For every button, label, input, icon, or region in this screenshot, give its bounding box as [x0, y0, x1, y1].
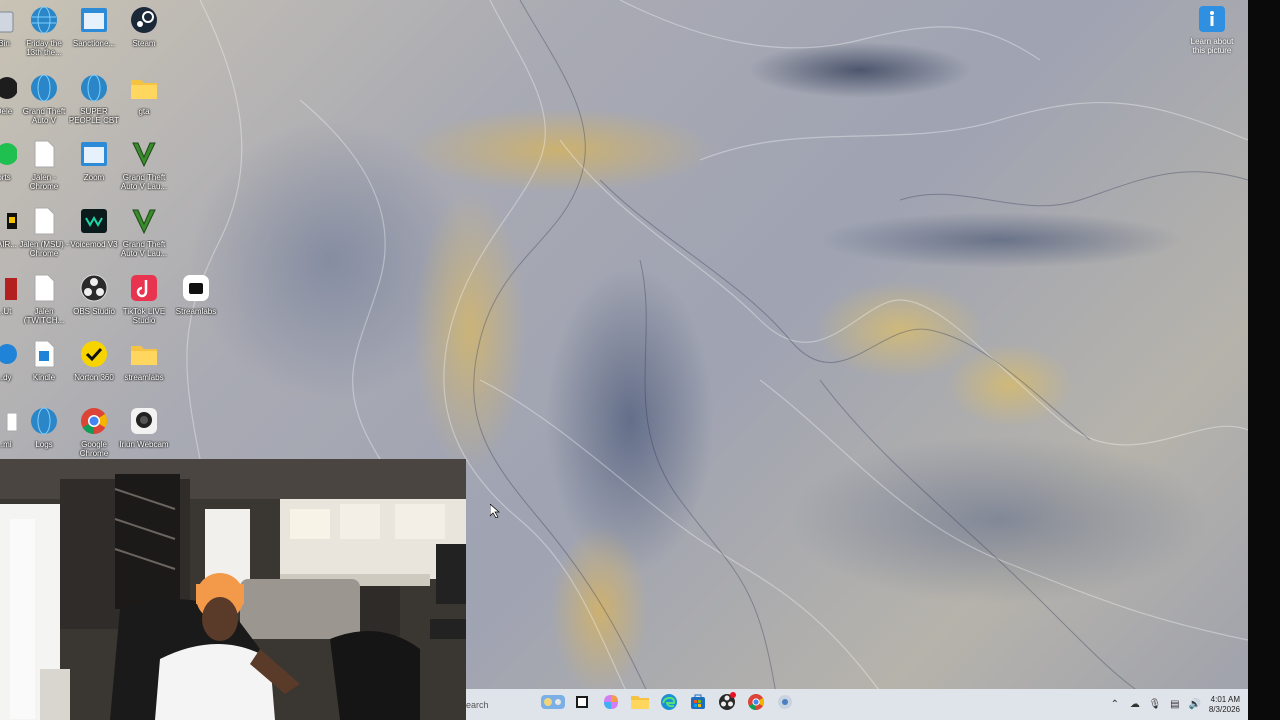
tiktok-icon	[128, 272, 160, 304]
app-icon	[0, 338, 20, 370]
webcam-scene	[0, 459, 466, 720]
task-view-button[interactable]	[569, 692, 595, 718]
obs-icon	[717, 692, 737, 717]
webcam-overlay	[0, 459, 466, 720]
desktop-icon-streamlabs[interactable]: Streamlabs	[170, 272, 222, 338]
right-edge-bar	[1248, 0, 1280, 720]
store-button[interactable]	[685, 692, 711, 718]
chrome-taskbar-button[interactable]	[743, 692, 769, 718]
settings-icon	[775, 692, 795, 717]
desktop-icon-norton[interactable]: Norton 360	[68, 338, 120, 404]
desktop-icon-kindle[interactable]: Kindle	[18, 338, 70, 404]
voicemod-icon	[78, 205, 110, 237]
obs-icon	[78, 272, 110, 304]
desktop-icon-zoom[interactable]: Zoom	[68, 138, 120, 204]
chevron-up-icon: ⌃	[1110, 699, 1120, 710]
info-icon	[1197, 4, 1227, 34]
system-tray: ⌃ ☁ 🎙 ▤ 🔊 4:01 AM 8/3/2026	[1105, 689, 1240, 720]
taskbar-search[interactable]: earch	[466, 689, 538, 720]
folder-icon	[128, 338, 160, 370]
zoom-icon	[78, 138, 110, 170]
tray-app-button[interactable]: ☁	[1125, 695, 1145, 715]
chrome-icon	[746, 692, 766, 717]
app-icon	[0, 405, 20, 437]
cloud-icon: ☁	[1129, 699, 1140, 710]
app-icon	[0, 272, 20, 304]
desktop-icon-tiktok[interactable]: TikTok LIVE Studio	[118, 272, 170, 338]
microphone-button[interactable]: 🎙	[1145, 695, 1165, 715]
clock-time: 4:01 AM	[1210, 694, 1240, 704]
copilot-button[interactable]	[598, 692, 624, 718]
desktop-icon-folder1[interactable]: gta	[118, 72, 170, 138]
desktop-icon-obs[interactable]: OBS Studio	[68, 272, 120, 338]
gta-v-icon	[128, 205, 160, 237]
clock-date: 8/3/2026	[1208, 704, 1240, 714]
globe-icon	[28, 4, 60, 36]
webcam-icon	[128, 405, 160, 437]
learn-about-picture[interactable]: Learn about this picture	[1184, 4, 1240, 55]
show-hidden-icons-button[interactable]: ⌃	[1105, 695, 1125, 715]
clock[interactable]: 4:01 AM 8/3/2026	[1209, 695, 1240, 715]
widgets-icon	[540, 693, 566, 716]
desktop-icon-sanctioned[interactable]: Sanctione...	[68, 4, 120, 70]
app-icon	[0, 205, 20, 237]
kindle-icon	[28, 338, 60, 370]
file-explorer-button[interactable]	[627, 692, 653, 718]
edge-icon	[659, 692, 679, 717]
file-icon	[28, 205, 60, 237]
volume-button[interactable]: 🔊	[1185, 695, 1205, 715]
desktop-icon-jalen-msu[interactable]: Jalen (MSU) - Chrome	[18, 205, 70, 271]
network-icon: ▤	[1170, 699, 1180, 710]
globe-icon	[28, 405, 60, 437]
app-icon	[0, 72, 20, 104]
microphone-icon: 🎙	[1148, 699, 1162, 710]
desktop-icon-gta3[interactable]: Grand Theft Auto V Lau...	[118, 205, 170, 271]
mouse-cursor	[489, 503, 500, 523]
norton-icon	[78, 338, 110, 370]
file-icon	[28, 272, 60, 304]
globe-icon	[28, 72, 60, 104]
app-icon	[0, 138, 20, 170]
settings-taskbar-button[interactable]	[772, 692, 798, 718]
desktop-icon-steam[interactable]: Steam	[118, 4, 170, 70]
desktop-icon-gta[interactable]: Grand Theft Auto V	[18, 72, 70, 138]
desktop-icon-streamlabs-folder[interactable]: streamlabs	[118, 338, 170, 404]
edge-button[interactable]	[656, 692, 682, 718]
gta-v-icon	[128, 138, 160, 170]
desktop-icon-gta2[interactable]: Grand Theft Auto V Lau...	[118, 138, 170, 204]
steam-icon	[128, 4, 160, 36]
store-icon	[688, 692, 708, 717]
desktop-icon-voicemod[interactable]: Voicemod V3	[68, 205, 120, 271]
file-icon	[28, 138, 60, 170]
app-window-icon	[78, 4, 110, 36]
streamlabs-icon	[180, 272, 212, 304]
globe-icon	[78, 72, 110, 104]
recycle-bin-icon	[0, 4, 20, 36]
desktop-icon-friday[interactable]: Friday the 13th the...	[18, 4, 70, 70]
file-explorer-icon	[630, 693, 650, 716]
desktop-icon-jalen-twitch[interactable]: Jalen (TWITCH...	[18, 272, 70, 338]
desktop-icon-jalen-chrome[interactable]: Jalen - Chrome	[18, 138, 70, 204]
copilot-icon	[601, 692, 621, 717]
network-button[interactable]: ▤	[1165, 695, 1185, 715]
desktop-icon-superpeople[interactable]: SUPER PEOPLE CBT	[68, 72, 120, 138]
chrome-icon	[78, 405, 110, 437]
search-label: earch	[466, 699, 489, 710]
speaker-icon: 🔊	[1188, 699, 1202, 710]
taskbar: earch ⌃ ☁ 🎙 ▤ 🔊 4:01 AM 8/3/2026	[466, 689, 1248, 720]
obs-taskbar-button[interactable]	[714, 692, 740, 718]
task-view-icon	[573, 693, 591, 716]
widgets-button[interactable]	[540, 692, 566, 718]
folder-icon	[128, 72, 160, 104]
